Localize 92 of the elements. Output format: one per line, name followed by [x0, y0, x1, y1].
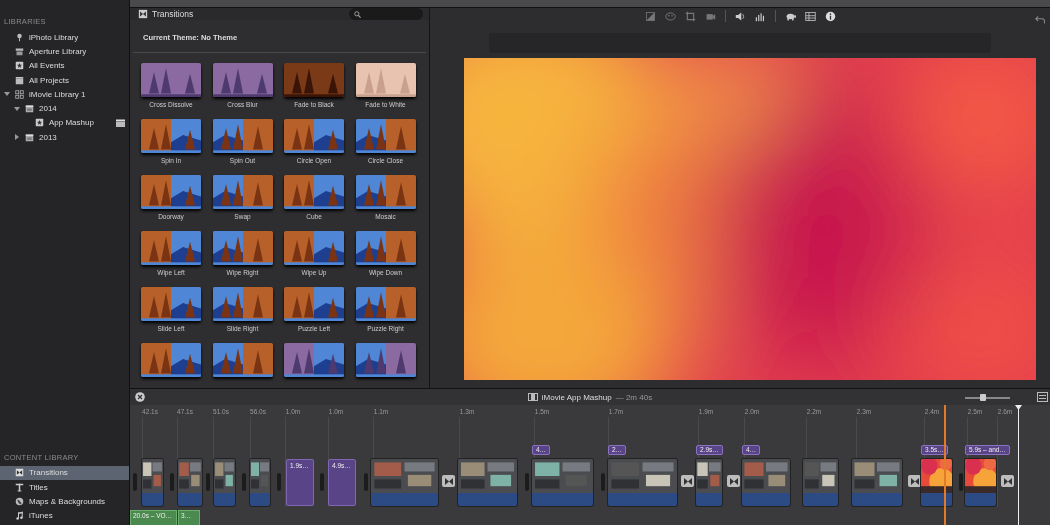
video-clip[interactable]	[965, 459, 996, 506]
disclosure-triangle-icon[interactable]	[4, 91, 10, 98]
disclosure-triangle-icon[interactable]	[14, 105, 20, 112]
transition-thumbnail[interactable]	[212, 343, 273, 377]
bowtie-icon	[910, 477, 919, 485]
close-icon[interactable]	[135, 392, 145, 402]
bowtie-icon	[15, 468, 24, 478]
disclosure-triangle-icon[interactable]	[14, 134, 20, 141]
transition-thumbnail[interactable]	[284, 343, 344, 377]
transition-thumbnail[interactable]	[141, 175, 201, 209]
end-marker[interactable]	[1015, 405, 1022, 525]
sidebar-item[interactable]: iPhoto Library	[0, 30, 129, 45]
transition-button[interactable]	[727, 475, 740, 487]
sidebar-item[interactable]: 2014	[0, 101, 129, 116]
transition-thumbnail[interactable]	[212, 119, 273, 153]
transition-thumbnail[interactable]	[212, 63, 273, 97]
clapper-icon[interactable]	[116, 118, 125, 127]
flower-icon	[15, 32, 24, 42]
transition-button[interactable]	[442, 475, 455, 487]
transition-thumbnail[interactable]	[212, 231, 273, 265]
equalizer-icon[interactable]	[754, 10, 766, 22]
transition-thumbnail[interactable]	[212, 175, 273, 209]
calendar-icon	[25, 104, 34, 114]
transition-button[interactable]	[681, 475, 694, 487]
project-duration: — 2m 40s	[615, 392, 653, 402]
transition-thumbnail[interactable]	[141, 343, 201, 377]
video-clip[interactable]	[852, 459, 902, 506]
film-icon	[527, 393, 538, 401]
sidebar-item[interactable]: Transitions	[0, 465, 129, 481]
sidebar-item[interactable]: Titles	[0, 480, 129, 495]
sidebar-item[interactable]: iTunes	[0, 508, 129, 523]
project-title: iMovie App Mashup	[541, 392, 612, 402]
transition-thumbnail[interactable]	[355, 175, 416, 209]
video-clip[interactable]	[178, 459, 202, 506]
sidebar-item[interactable]: App Mashup	[0, 115, 129, 131]
undo-icon[interactable]	[1035, 14, 1046, 25]
video-clip[interactable]	[608, 459, 677, 506]
film-grid-icon[interactable]	[804, 10, 816, 22]
settings-icon[interactable]	[1037, 392, 1048, 402]
bowtie-icon	[1003, 477, 1012, 485]
speaker-icon[interactable]	[734, 10, 746, 22]
video-clip[interactable]	[742, 459, 790, 506]
transition-thumbnail[interactable]	[355, 343, 416, 377]
bowtie-icon	[729, 477, 738, 485]
transition-thumbnail[interactable]	[284, 175, 344, 209]
transition-thumbnail[interactable]	[141, 287, 201, 321]
transition-thumbnail[interactable]	[284, 287, 344, 321]
sidebar-item[interactable]: Maps & Backgrounds	[0, 494, 129, 509]
clapper-icon	[15, 75, 24, 85]
info-icon[interactable]	[824, 10, 836, 22]
transition-thumbnail[interactable]	[355, 231, 416, 265]
transition-thumbnail[interactable]	[355, 119, 416, 153]
video-clip[interactable]	[696, 459, 722, 506]
transition-thumbnail[interactable]	[284, 63, 344, 97]
transition-thumbnail[interactable]	[284, 231, 344, 265]
title-icon	[15, 482, 24, 492]
video-clip[interactable]	[142, 459, 163, 506]
music-note-icon	[15, 511, 24, 521]
video-clip[interactable]	[250, 459, 270, 506]
search-icon	[354, 10, 361, 18]
sidebar-item[interactable]: All Events	[0, 58, 129, 73]
video-clip[interactable]	[532, 459, 593, 506]
sidebar-item[interactable]: 2013	[0, 130, 129, 145]
sidebar-item[interactable]: All Projects	[0, 72, 129, 88]
panel-title: Transitions	[152, 9, 194, 19]
palette-icon[interactable]	[664, 10, 676, 22]
star-icon	[35, 118, 44, 128]
transition-thumbnail[interactable]	[355, 287, 416, 321]
video-clip[interactable]	[803, 459, 838, 506]
transition-thumbnail[interactable]	[355, 63, 416, 97]
video-clip[interactable]	[458, 459, 517, 506]
bowtie-icon	[683, 477, 692, 485]
transition-button[interactable]	[1001, 475, 1014, 487]
video-clip[interactable]	[371, 459, 438, 506]
transition-thumbnail[interactable]	[141, 119, 201, 153]
video-clip[interactable]	[921, 459, 952, 506]
box-icon	[15, 46, 24, 56]
transition-thumbnail[interactable]	[141, 231, 201, 265]
contrast-icon[interactable]	[644, 10, 656, 22]
globe-icon	[15, 497, 24, 507]
sidebar-item[interactable]: iMovie Library 1	[0, 87, 129, 102]
search-field[interactable]	[349, 8, 423, 20]
star-icon	[15, 61, 24, 71]
calendar-icon	[25, 132, 34, 142]
grid-icon	[15, 89, 24, 99]
transition-thumbnail[interactable]	[141, 63, 201, 97]
bowtie-icon	[444, 477, 453, 485]
video-clip[interactable]	[214, 459, 235, 506]
transition-thumbnail[interactable]	[212, 287, 273, 321]
sidebar-item[interactable]: Aperture Library	[0, 44, 129, 59]
transition-thumbnail[interactable]	[284, 119, 344, 153]
crop-icon[interactable]	[684, 10, 696, 22]
